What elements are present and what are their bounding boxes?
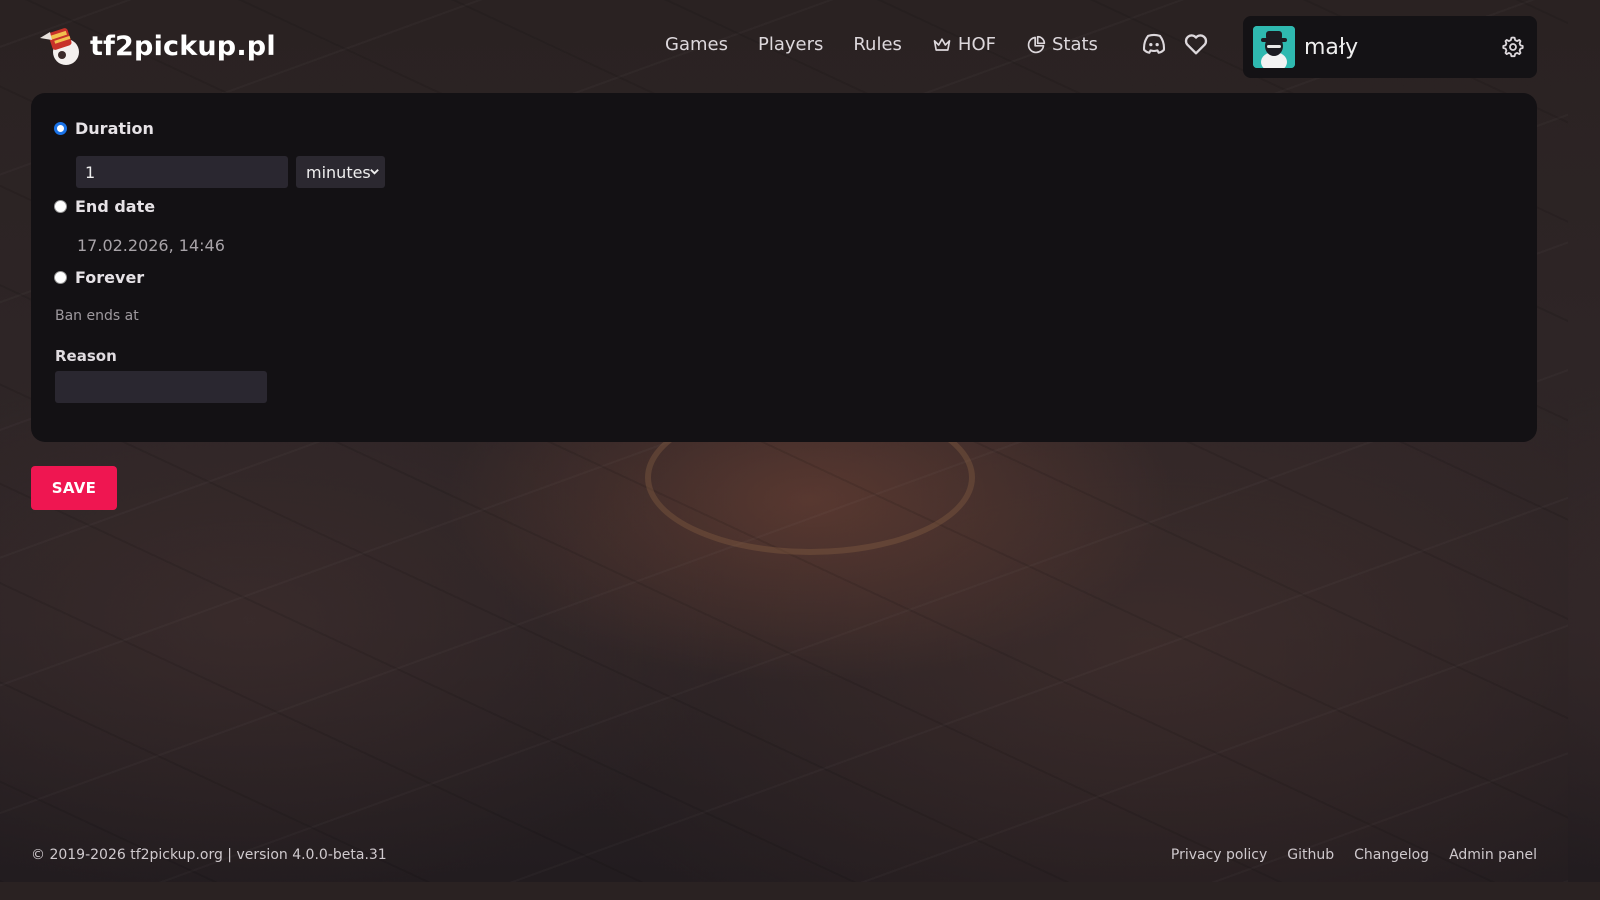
nav-rules[interactable]: Rules	[838, 30, 917, 59]
duration-unit-value: minutes	[306, 162, 371, 182]
end-date-radio[interactable]	[54, 200, 67, 213]
logo-text: tf2pickup.pl	[90, 30, 276, 62]
nav-rules-label: Rules	[853, 34, 902, 55]
reason-label: Reason	[55, 347, 117, 365]
duration-unit-select[interactable]: minutes	[296, 156, 385, 188]
save-button-label: SAVE	[51, 479, 97, 497]
forever-label: Forever	[75, 268, 145, 287]
footer-link-privacy[interactable]: Privacy policy	[1171, 847, 1267, 863]
nav-games-label: Games	[665, 34, 728, 55]
duration-value-input[interactable]	[76, 156, 288, 188]
end-date-input[interactable]: 17.02.2026, 14:46	[77, 236, 225, 255]
duration-option[interactable]: Duration	[54, 119, 154, 138]
footer-link-admin-panel[interactable]: Admin panel	[1449, 847, 1537, 863]
nav-players-label: Players	[757, 34, 824, 55]
nav-stats[interactable]: Stats	[1011, 30, 1113, 59]
footer-links: Privacy policy Github Changelog Admin pa…	[1171, 847, 1537, 863]
avatar-image	[1253, 26, 1295, 68]
chevron-down-icon	[370, 169, 379, 175]
duration-radio[interactable]	[54, 122, 67, 135]
end-date-label: End date	[75, 197, 156, 216]
pie-chart-icon	[1027, 35, 1046, 53]
save-button[interactable]: SAVE	[31, 466, 117, 510]
avatar	[1253, 26, 1295, 68]
nav-stats-label: Stats	[1051, 34, 1098, 55]
nav-players[interactable]: Players	[743, 30, 838, 59]
footer-link-changelog[interactable]: Changelog	[1354, 847, 1429, 863]
duration-label: Duration	[75, 119, 154, 138]
nav-games[interactable]: Games	[650, 30, 743, 59]
tf2pickup-logo-icon	[40, 28, 79, 65]
nav-hof-label: HOF	[957, 34, 996, 55]
username: mały	[1304, 34, 1359, 60]
header: tf2pickup.pl Games Players Rules HOF Sta…	[0, 0, 1568, 93]
user-menu[interactable]: mały	[1243, 16, 1537, 78]
ban-form-panel: Duration minutes End date 17.02.2026, 14…	[31, 93, 1537, 442]
discord-icon	[1142, 33, 1166, 54]
footer-link-github[interactable]: Github	[1287, 847, 1334, 863]
crown-icon	[933, 37, 951, 51]
forever-radio[interactable]	[54, 271, 67, 284]
reason-input[interactable]	[55, 371, 267, 403]
gear-icon[interactable]	[1501, 35, 1525, 59]
main-nav: Games Players Rules HOF Stats	[650, 30, 1113, 59]
heart-icon	[1184, 34, 1208, 55]
header-icons	[1140, 30, 1210, 58]
donate-button[interactable]	[1182, 30, 1210, 58]
ban-ends-at-text: Ban ends at	[55, 308, 139, 324]
logo-link[interactable]: tf2pickup.pl	[36, 24, 276, 68]
discord-button[interactable]	[1140, 30, 1168, 58]
forever-option[interactable]: Forever	[54, 268, 144, 287]
copyright-text: © 2019-2026 tf2pickup.org | version 4.0.…	[31, 847, 387, 863]
end-date-option[interactable]: End date	[54, 197, 155, 216]
nav-hof[interactable]: HOF	[917, 30, 1011, 59]
